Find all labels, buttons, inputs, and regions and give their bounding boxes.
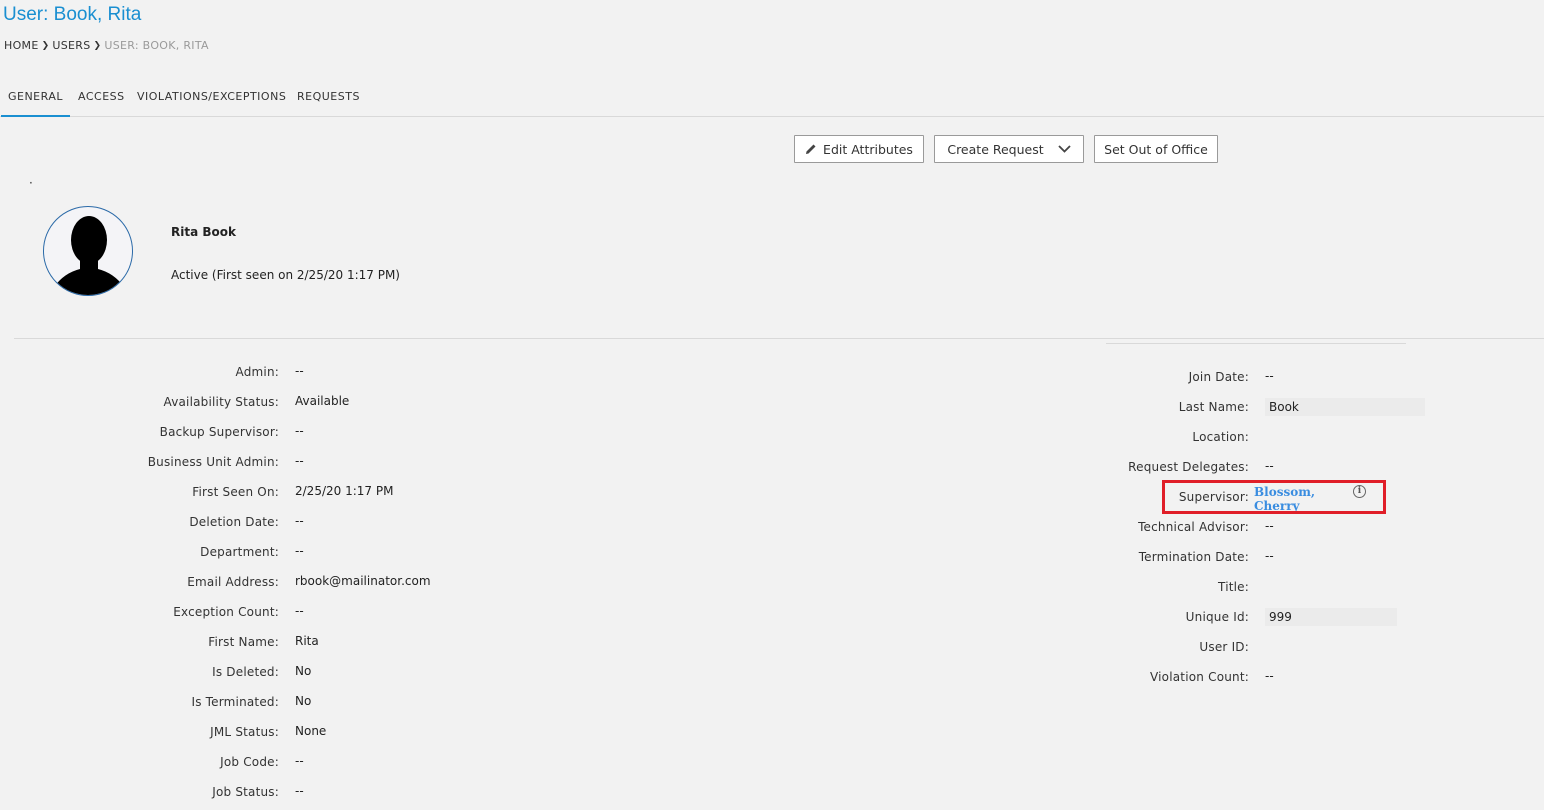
attribute-label: Admin: [235,365,279,379]
chevron-right-icon: ❯ [41,40,50,51]
attribute-label: Is Deleted: [212,665,279,679]
set-out-of-office-button[interactable]: Set Out of Office [1094,135,1218,163]
attribute-value: -- [1265,549,1274,563]
chevron-right-icon: ❯ [93,40,102,51]
chevron-down-icon [1058,145,1071,153]
avatar [43,206,133,296]
attribute-value: -- [295,784,304,798]
attribute-label: Backup Supervisor: [159,425,279,439]
attribute-value: rbook@mailinator.com [295,574,431,588]
user-silhouette-icon [54,216,124,295]
tab-access[interactable]: ACCESS [78,80,125,115]
create-request-dropdown[interactable]: Create Request [934,135,1084,163]
attribute-value: -- [295,454,304,468]
attribute-label: First Seen On: [192,485,279,499]
attribute-value: -- [295,364,304,378]
edit-attributes-button[interactable]: Edit Attributes [794,135,924,163]
attribute-label: Deletion Date: [189,515,279,529]
attribute-value: -- [295,754,304,768]
tab-general[interactable]: GENERAL [1,80,70,117]
attribute-value: None [295,724,327,738]
supervisor-highlight-box [1162,480,1386,514]
breadcrumb-users[interactable]: USERS [52,39,90,52]
attribute-label: Exception Count: [173,605,279,619]
attribute-value: -- [295,424,304,438]
attribute-label: Email Address: [187,575,279,589]
attribute-label: Location: [1192,430,1249,444]
attribute-value: -- [1265,669,1274,683]
attribute-label: Job Code: [220,755,279,769]
profile-status: Active (First seen on 2/25/20 1:17 PM) [171,268,400,282]
attribute-value: -- [1265,459,1274,473]
tab-bar: GENERAL ACCESS VIOLATIONS/EXCEPTIONS REQ… [0,80,1544,117]
breadcrumb-home[interactable]: HOME [4,39,39,52]
attribute-label: Availability Status: [163,395,279,409]
attribute-label: First Name: [208,635,279,649]
stray-dot: · [29,176,33,190]
attribute-label: Title: [1218,580,1249,594]
profile-name: Rita Book [171,225,236,239]
attribute-value: -- [295,514,304,528]
pencil-icon [805,143,817,155]
attribute-label: Business Unit Admin: [147,455,279,469]
attribute-value: -- [1265,519,1274,533]
attribute-value: -- [295,544,304,558]
attribute-value: No [295,664,312,678]
attribute-label: Join Date: [1188,370,1249,384]
attribute-label: JML Status: [210,725,279,739]
section-divider [14,338,1544,339]
attribute-label: Last Name: [1178,400,1249,414]
attribute-label: Violation Count: [1150,670,1249,684]
attribute-label: Unique Id: [1185,610,1249,624]
attribute-label: Technical Advisor: [1138,520,1249,534]
attribute-label: Request Delegates: [1128,460,1249,474]
breadcrumb: HOME ❯ USERS ❯ USER: BOOK, RITA [4,39,209,52]
attribute-value: Book [1265,398,1425,416]
attribute-label: Department: [200,545,279,559]
attribute-value: -- [295,604,304,618]
attribute-label: User ID: [1199,640,1249,654]
attribute-label: Job Status: [212,785,279,799]
tab-requests[interactable]: REQUESTS [297,80,360,115]
attribute-label: Is Terminated: [191,695,279,709]
tab-violations-exceptions[interactable]: VIOLATIONS/EXCEPTIONS [137,80,286,115]
attribute-value: 999 [1265,608,1397,626]
attribute-value: -- [1265,369,1274,383]
attribute-value: Available [295,394,350,408]
edit-attributes-label: Edit Attributes [823,141,913,157]
attribute-value: No [295,694,312,708]
breadcrumb-current: USER: BOOK, RITA [104,39,209,52]
create-request-label: Create Request [947,141,1044,157]
attribute-value: 2/25/20 1:17 PM [295,484,394,498]
attribute-label: Termination Date: [1138,550,1249,564]
attribute-value: Rita [295,634,319,648]
right-column-divider [1106,343,1406,344]
page-title: User: Book, Rita [3,4,142,25]
